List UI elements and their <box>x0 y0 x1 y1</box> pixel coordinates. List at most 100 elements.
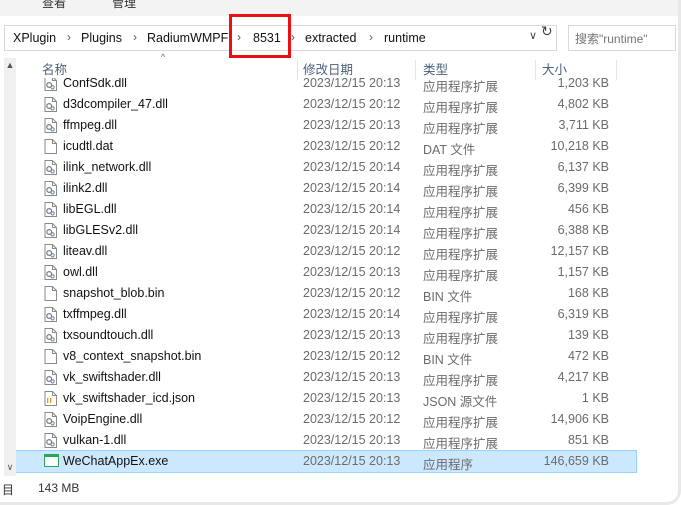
file-modified-date: 2023/12/15 20:12 <box>303 244 401 258</box>
file-row[interactable]: snapshot_blob.bin 2023/12/15 20:12 BIN 文件 1… <box>16 283 636 304</box>
column-divider[interactable] <box>297 60 298 80</box>
file-row[interactable]: owl.dll 2023/12/15 20:13 应用程序扩展 1,157 KB <box>16 262 636 283</box>
file-modified-date: 2023/12/15 20:14 <box>303 160 401 174</box>
blank-file-icon <box>44 349 57 364</box>
file-modified-date: 2023/12/15 20:13 <box>303 78 401 90</box>
file-type: DAT 文件 <box>423 143 476 157</box>
scroll-down-icon[interactable]: ∨ <box>4 462 16 473</box>
file-type: 应用程序扩展 <box>423 269 499 283</box>
exe-file-icon <box>44 454 59 469</box>
file-name: vk_swiftshader_icd.json <box>63 391 196 405</box>
file-row[interactable]: ffmpeg.dll 2023/12/15 20:13 应用程序扩展 3,711 KB <box>16 115 636 136</box>
file-name: txsoundtouch.dll <box>63 328 154 342</box>
blank-file-icon <box>44 286 57 301</box>
file-type: 应用程序扩展 <box>423 101 499 115</box>
status-selected-size: 143 MB <box>38 481 80 495</box>
file-type: 应用程序扩展 <box>423 416 499 430</box>
json-file-icon <box>44 391 57 406</box>
file-modified-date: 2023/12/15 20:13 <box>303 454 401 468</box>
file-modified-date: 2023/12/15 20:14 <box>303 181 401 195</box>
file-modified-date: 2023/12/15 20:14 <box>303 202 401 216</box>
chevron-right-icon[interactable]: › <box>67 30 71 44</box>
blank-file-icon <box>44 139 57 154</box>
file-row[interactable]: ilink2.dll 2023/12/15 20:14 应用程序扩展 6,399 KB <box>16 178 636 199</box>
file-row[interactable]: txffmpeg.dll 2023/12/15 20:14 应用程序扩展 6,319 … <box>16 304 636 325</box>
file-size: 6,137 KB <box>557 160 609 174</box>
file-row[interactable]: v8_context_snapshot.bin 2023/12/15 20:12 B… <box>16 346 636 367</box>
file-row[interactable]: d3dcompiler_47.dll 2023/12/15 20:12 应用程序扩展… <box>16 94 636 115</box>
file-row[interactable]: vk_swiftshader_icd.json 2023/12/15 20:13 J… <box>16 388 636 409</box>
file-name: libEGL.dll <box>63 202 117 216</box>
file-name: ilink2.dll <box>63 181 108 195</box>
dll-file-icon <box>44 265 57 280</box>
file-row[interactable]: vk_swiftshader.dll 2023/12/15 20:13 应用程序扩展… <box>16 367 636 388</box>
file-row[interactable]: txsoundtouch.dll 2023/12/15 20:13 应用程序扩展 13… <box>16 325 636 346</box>
breadcrumb-extracted[interactable]: extracted <box>305 31 356 45</box>
refresh-icon[interactable]: ↻ <box>541 23 553 40</box>
ribbon-strip: 查看 管理 <box>0 0 681 16</box>
file-modified-date: 2023/12/15 20:13 <box>303 328 401 342</box>
dll-file-icon <box>44 223 57 238</box>
file-name: WeChatAppEx.exe <box>63 454 169 468</box>
file-row[interactable]: liteav.dll 2023/12/15 20:12 应用程序扩展 12,157 K… <box>16 241 636 262</box>
file-size: 4,217 KB <box>557 370 609 384</box>
file-row[interactable]: libEGL.dll 2023/12/15 20:14 应用程序扩展 456 KB <box>16 199 636 220</box>
chevron-right-icon[interactable]: › <box>133 30 137 44</box>
scroll-up-icon[interactable]: ▲ <box>4 60 16 70</box>
file-type: JSON 源文件 <box>423 395 498 409</box>
file-type: 应用程序 <box>423 458 474 472</box>
dll-file-icon <box>44 160 57 175</box>
file-type: 应用程序扩展 <box>423 248 499 262</box>
file-type: 应用程序扩展 <box>423 185 499 199</box>
file-row[interactable]: icudtl.dat 2023/12/15 20:12 DAT 文件 10,218 K… <box>16 136 636 157</box>
file-row[interactable]: VoipEngine.dll 2023/12/15 20:12 应用程序扩展 14,9… <box>16 409 636 430</box>
file-row[interactable]: vulkan-1.dll 2023/12/15 20:13 应用程序扩展 851 KB <box>16 430 636 451</box>
file-modified-date: 2023/12/15 20:12 <box>303 139 401 153</box>
file-name: libGLESv2.dll <box>63 223 139 237</box>
file-size: 139 KB <box>567 328 609 342</box>
file-type: 应用程序扩展 <box>423 206 499 220</box>
file-type: 应用程序扩展 <box>423 374 499 388</box>
file-size: 4,802 KB <box>557 97 609 111</box>
vertical-scrollbar[interactable]: ▲ ∨ <box>4 58 16 476</box>
file-modified-date: 2023/12/15 20:13 <box>303 433 401 447</box>
dll-file-icon <box>44 97 57 112</box>
file-name: ffmpeg.dll <box>63 118 117 132</box>
address-row: XPlugin › Plugins › RadiumWMPF › 8531 › … <box>0 22 681 54</box>
file-modified-date: 2023/12/15 20:14 <box>303 307 401 321</box>
file-row[interactable]: WeChatAppEx.exe 2023/12/15 20:13 应用程序 146,6… <box>16 450 637 473</box>
column-divider[interactable] <box>415 60 416 80</box>
file-name: icudtl.dat <box>63 139 114 153</box>
chevron-down-icon[interactable]: ∨ <box>529 29 537 42</box>
file-modified-date: 2023/12/15 20:13 <box>303 118 401 132</box>
file-name: owl.dll <box>63 265 98 279</box>
breadcrumb-plugins[interactable]: Plugins <box>81 31 122 45</box>
dll-file-icon <box>44 370 57 385</box>
search-box[interactable] <box>568 25 681 52</box>
file-size: 1,203 KB <box>557 78 609 90</box>
breadcrumb-radiumwmpf[interactable]: RadiumWMPF <box>147 31 228 45</box>
dll-file-icon <box>44 412 57 427</box>
search-input[interactable] <box>569 26 681 52</box>
ribbon-view-tab[interactable]: 查看 <box>42 0 66 11</box>
status-bar: 目 143 MB <box>0 478 681 500</box>
chevron-right-icon[interactable]: › <box>369 30 373 44</box>
column-divider[interactable] <box>535 60 536 80</box>
file-name: vk_swiftshader.dll <box>63 370 161 384</box>
file-row[interactable]: ilink_network.dll 2023/12/15 20:14 应用程序扩展 6… <box>16 157 636 178</box>
file-row[interactable]: ConfSdk.dll 2023/12/15 20:13 应用程序扩展 1,203 K… <box>16 78 636 94</box>
dll-file-icon <box>44 244 57 259</box>
file-size: 6,388 KB <box>557 223 609 237</box>
file-size: 851 KB <box>567 433 609 447</box>
breadcrumb-runtime[interactable]: runtime <box>384 31 426 45</box>
file-row[interactable]: libGLESv2.dll 2023/12/15 20:14 应用程序扩展 6,388… <box>16 220 636 241</box>
file-size: 472 KB <box>567 349 609 363</box>
chevron-right-icon[interactable]: › <box>291 30 295 44</box>
column-divider[interactable] <box>616 60 617 80</box>
file-modified-date: 2023/12/15 20:13 <box>303 265 401 279</box>
file-type: BIN 文件 <box>423 290 473 304</box>
breadcrumb-xplugin[interactable]: XPlugin <box>13 31 56 45</box>
file-name: snapshot_blob.bin <box>63 286 165 300</box>
file-name: txffmpeg.dll <box>63 307 127 321</box>
ribbon-manage-tab[interactable]: 管理 <box>112 0 136 11</box>
